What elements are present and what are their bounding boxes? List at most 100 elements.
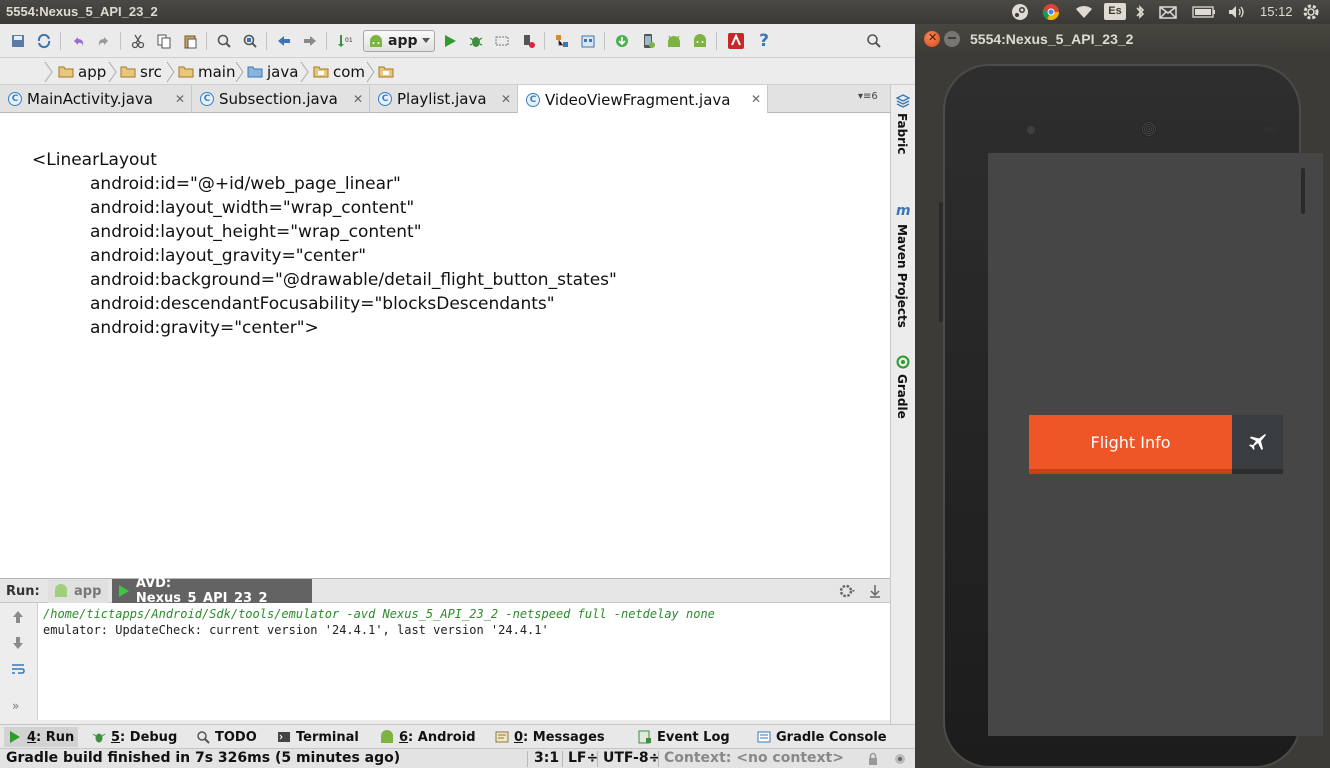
sensor-icon <box>1263 127 1279 132</box>
battery-icon[interactable] <box>1190 0 1218 24</box>
class-icon: C <box>8 92 22 106</box>
tool-window-gradle-console[interactable]: Gradle Console <box>757 728 887 746</box>
hide-panel-icon[interactable] <box>866 583 884 599</box>
steam-icon[interactable] <box>1010 0 1030 24</box>
undo-icon[interactable] <box>68 31 88 51</box>
attach-debugger-icon[interactable] <box>492 31 512 51</box>
code-line: android:gravity="center"> <box>90 318 319 338</box>
run-tab-app[interactable]: app <box>48 579 108 603</box>
plane-button[interactable] <box>1232 415 1283 474</box>
more-icon[interactable]: » <box>12 699 19 713</box>
sync-gradle-icon[interactable] <box>612 31 632 51</box>
lock-icon[interactable] <box>866 752 880 766</box>
run-console[interactable]: » /home/tictapps/Android/Sdk/tools/emula… <box>0 603 890 720</box>
gear-icon[interactable] <box>838 583 856 599</box>
tab-videoviewfragment[interactable]: C VideoViewFragment.java ✕ <box>518 85 768 114</box>
android-icon <box>55 584 67 597</box>
right-tool-strip: Fabric m Maven Projects Gradle <box>890 85 915 739</box>
sync-icon[interactable] <box>34 31 54 51</box>
avd-manager-icon[interactable] <box>638 31 658 51</box>
tab-label: VideoViewFragment.java <box>545 90 731 109</box>
make-project-icon[interactable]: 01 <box>334 31 354 51</box>
tab-playlist[interactable]: C Playlist.java ✕ <box>370 85 518 113</box>
breadcrumb-item-app[interactable]: app <box>58 62 106 82</box>
tab-overflow-menu[interactable]: ▾≡6 <box>858 91 878 102</box>
tab-gradle[interactable]: Gradle <box>895 374 909 419</box>
tab-maven-projects[interactable]: Maven Projects <box>895 224 909 328</box>
context-indicator[interactable]: Context: <no context> <box>664 750 844 766</box>
fabric-plugin-icon[interactable] <box>726 31 746 51</box>
svg-text:01: 01 <box>345 37 352 44</box>
tool-window-android[interactable]: 6: Android <box>380 728 476 746</box>
console-command-line: /home/tictapps/Android/Sdk/tools/emulato… <box>43 607 715 621</box>
tool-window-debug[interactable]: 5: Debug <box>92 728 177 746</box>
todo-icon <box>197 731 210 744</box>
file-encoding[interactable]: UTF-8÷ <box>603 750 660 766</box>
close-icon[interactable]: ✕ <box>501 92 511 106</box>
search-everywhere-icon[interactable] <box>864 31 884 51</box>
help-icon[interactable]: ? <box>754 31 774 51</box>
close-icon[interactable]: ✕ <box>353 92 363 106</box>
code-editor[interactable]: <LinearLayout android:id="@+id/web_page_… <box>0 113 890 578</box>
find-icon[interactable] <box>214 31 234 51</box>
keyboard-layout-indicator[interactable]: Es <box>1104 3 1126 20</box>
scroll-down-icon[interactable] <box>10 635 26 651</box>
gear-icon[interactable] <box>1301 2 1323 22</box>
tool-window-messages[interactable]: 0: Messages <box>495 728 605 746</box>
wifi-icon[interactable] <box>1073 0 1095 24</box>
copy-icon[interactable] <box>154 31 174 51</box>
paste-icon[interactable] <box>180 31 200 51</box>
forward-icon[interactable] <box>300 31 320 51</box>
caret-position[interactable]: 3:1 <box>534 750 559 766</box>
close-icon[interactable]: ✕ <box>751 92 761 106</box>
redo-icon[interactable] <box>94 31 114 51</box>
mail-icon[interactable] <box>1157 0 1179 24</box>
close-icon[interactable]: ✕ <box>175 92 185 106</box>
tool-window-label: TODO <box>215 729 257 745</box>
clock[interactable]: 15:12 <box>1260 4 1293 19</box>
tool-window-bar: 4: Run 5: Debug TODO Terminal 6: Android… <box>0 724 915 748</box>
tool-window-label: Gradle Console <box>776 729 887 745</box>
tab-subsection[interactable]: C Subsection.java ✕ <box>192 85 370 113</box>
tool-window-run[interactable]: 4: Run <box>4 727 79 747</box>
breadcrumb-item-src[interactable]: src <box>120 62 162 82</box>
camera-icon <box>1027 126 1035 134</box>
stop-icon[interactable] <box>518 31 538 51</box>
tool-window-event-log[interactable]: Event Log <box>638 728 730 746</box>
breadcrumb-item-java[interactable]: java <box>247 62 298 82</box>
volume-icon[interactable] <box>1226 0 1248 24</box>
line-separator[interactable]: LF÷ <box>568 750 598 766</box>
replace-icon[interactable] <box>240 31 260 51</box>
device-screen[interactable]: Flight Info <box>988 153 1323 736</box>
run-config-selector[interactable]: app <box>363 30 435 52</box>
tab-mainactivity[interactable]: C MainActivity.java ✕ <box>0 85 192 113</box>
run-icon[interactable] <box>440 31 460 51</box>
minimize-button[interactable] <box>944 31 960 47</box>
breadcrumb-item-package[interactable] <box>378 62 398 82</box>
status-message[interactable]: Gradle build finished in 7s 326ms (5 min… <box>6 750 400 766</box>
tool-window-terminal[interactable]: Terminal <box>277 728 359 746</box>
soft-wrap-icon[interactable] <box>10 661 26 677</box>
flight-info-button[interactable]: Flight Info <box>1029 415 1232 474</box>
breadcrumb-item-main[interactable]: main <box>178 62 235 82</box>
android-device-monitor-icon[interactable] <box>664 31 684 51</box>
bluetooth-icon[interactable] <box>1133 0 1147 24</box>
inspector-icon[interactable] <box>892 751 908 767</box>
close-button[interactable]: ✕ <box>924 31 940 47</box>
save-icon[interactable] <box>8 31 28 51</box>
fabric-icon <box>896 94 910 108</box>
cut-icon[interactable] <box>128 31 148 51</box>
scroll-up-icon[interactable] <box>10 609 26 625</box>
android-icon[interactable] <box>690 31 710 51</box>
back-icon[interactable] <box>274 31 294 51</box>
project-structure-icon[interactable] <box>552 31 572 51</box>
tab-fabric[interactable]: Fabric <box>895 113 909 154</box>
tool-window-todo[interactable]: TODO <box>196 728 257 746</box>
run-config-label: app <box>388 33 418 49</box>
code-line: android:layout_width="wrap_content" <box>90 198 415 218</box>
chrome-icon[interactable] <box>1041 0 1061 24</box>
sdk-manager-icon[interactable] <box>578 31 598 51</box>
breadcrumb-item-com[interactable]: com <box>313 62 365 82</box>
run-tab-avd[interactable]: AVD: Nexus_5_API_23_2 <box>112 576 312 606</box>
debug-icon[interactable] <box>466 31 486 51</box>
